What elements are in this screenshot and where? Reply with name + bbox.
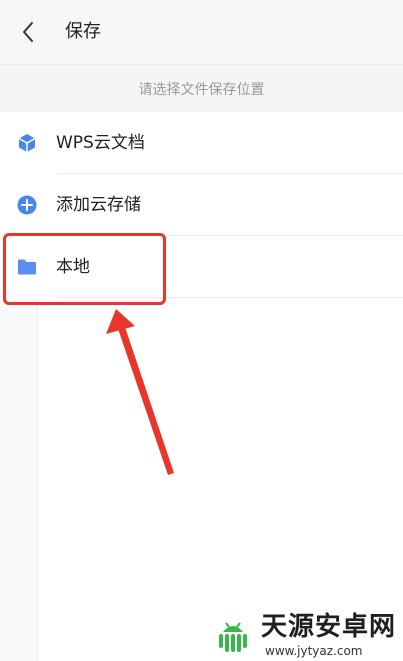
wps-cloud-icon: [17, 133, 37, 153]
page-title: 保存: [65, 21, 101, 42]
empty-panel: [37, 300, 403, 661]
location-list: WPS云文档 添加云存储 本地: [0, 112, 403, 298]
folder-icon: [17, 257, 37, 277]
watermark: 天源安卓网 www.jytyaz.com: [205, 608, 403, 661]
chevron-left-icon: [23, 22, 33, 42]
divider: [57, 297, 403, 298]
save-location-hint: 请选择文件保存位置: [0, 65, 403, 112]
location-label: WPS云文档: [56, 133, 145, 153]
header-bar: 保存: [0, 0, 403, 65]
location-item-local[interactable]: 本地: [0, 236, 403, 298]
watermark-title: 天源安卓网: [261, 612, 397, 642]
add-circle-icon: [17, 195, 37, 215]
location-item-add-cloud-storage[interactable]: 添加云存储: [0, 174, 403, 236]
empty-area: [0, 300, 403, 661]
back-button[interactable]: [10, 14, 46, 50]
location-item-wps-cloud[interactable]: WPS云文档: [0, 112, 403, 174]
location-label: 本地: [56, 257, 90, 277]
location-label: 添加云存储: [56, 195, 141, 215]
android-logo-icon: [219, 622, 247, 652]
hint-text: 请选择文件保存位置: [138, 81, 265, 98]
watermark-url: www.jytyaz.com: [265, 644, 363, 658]
